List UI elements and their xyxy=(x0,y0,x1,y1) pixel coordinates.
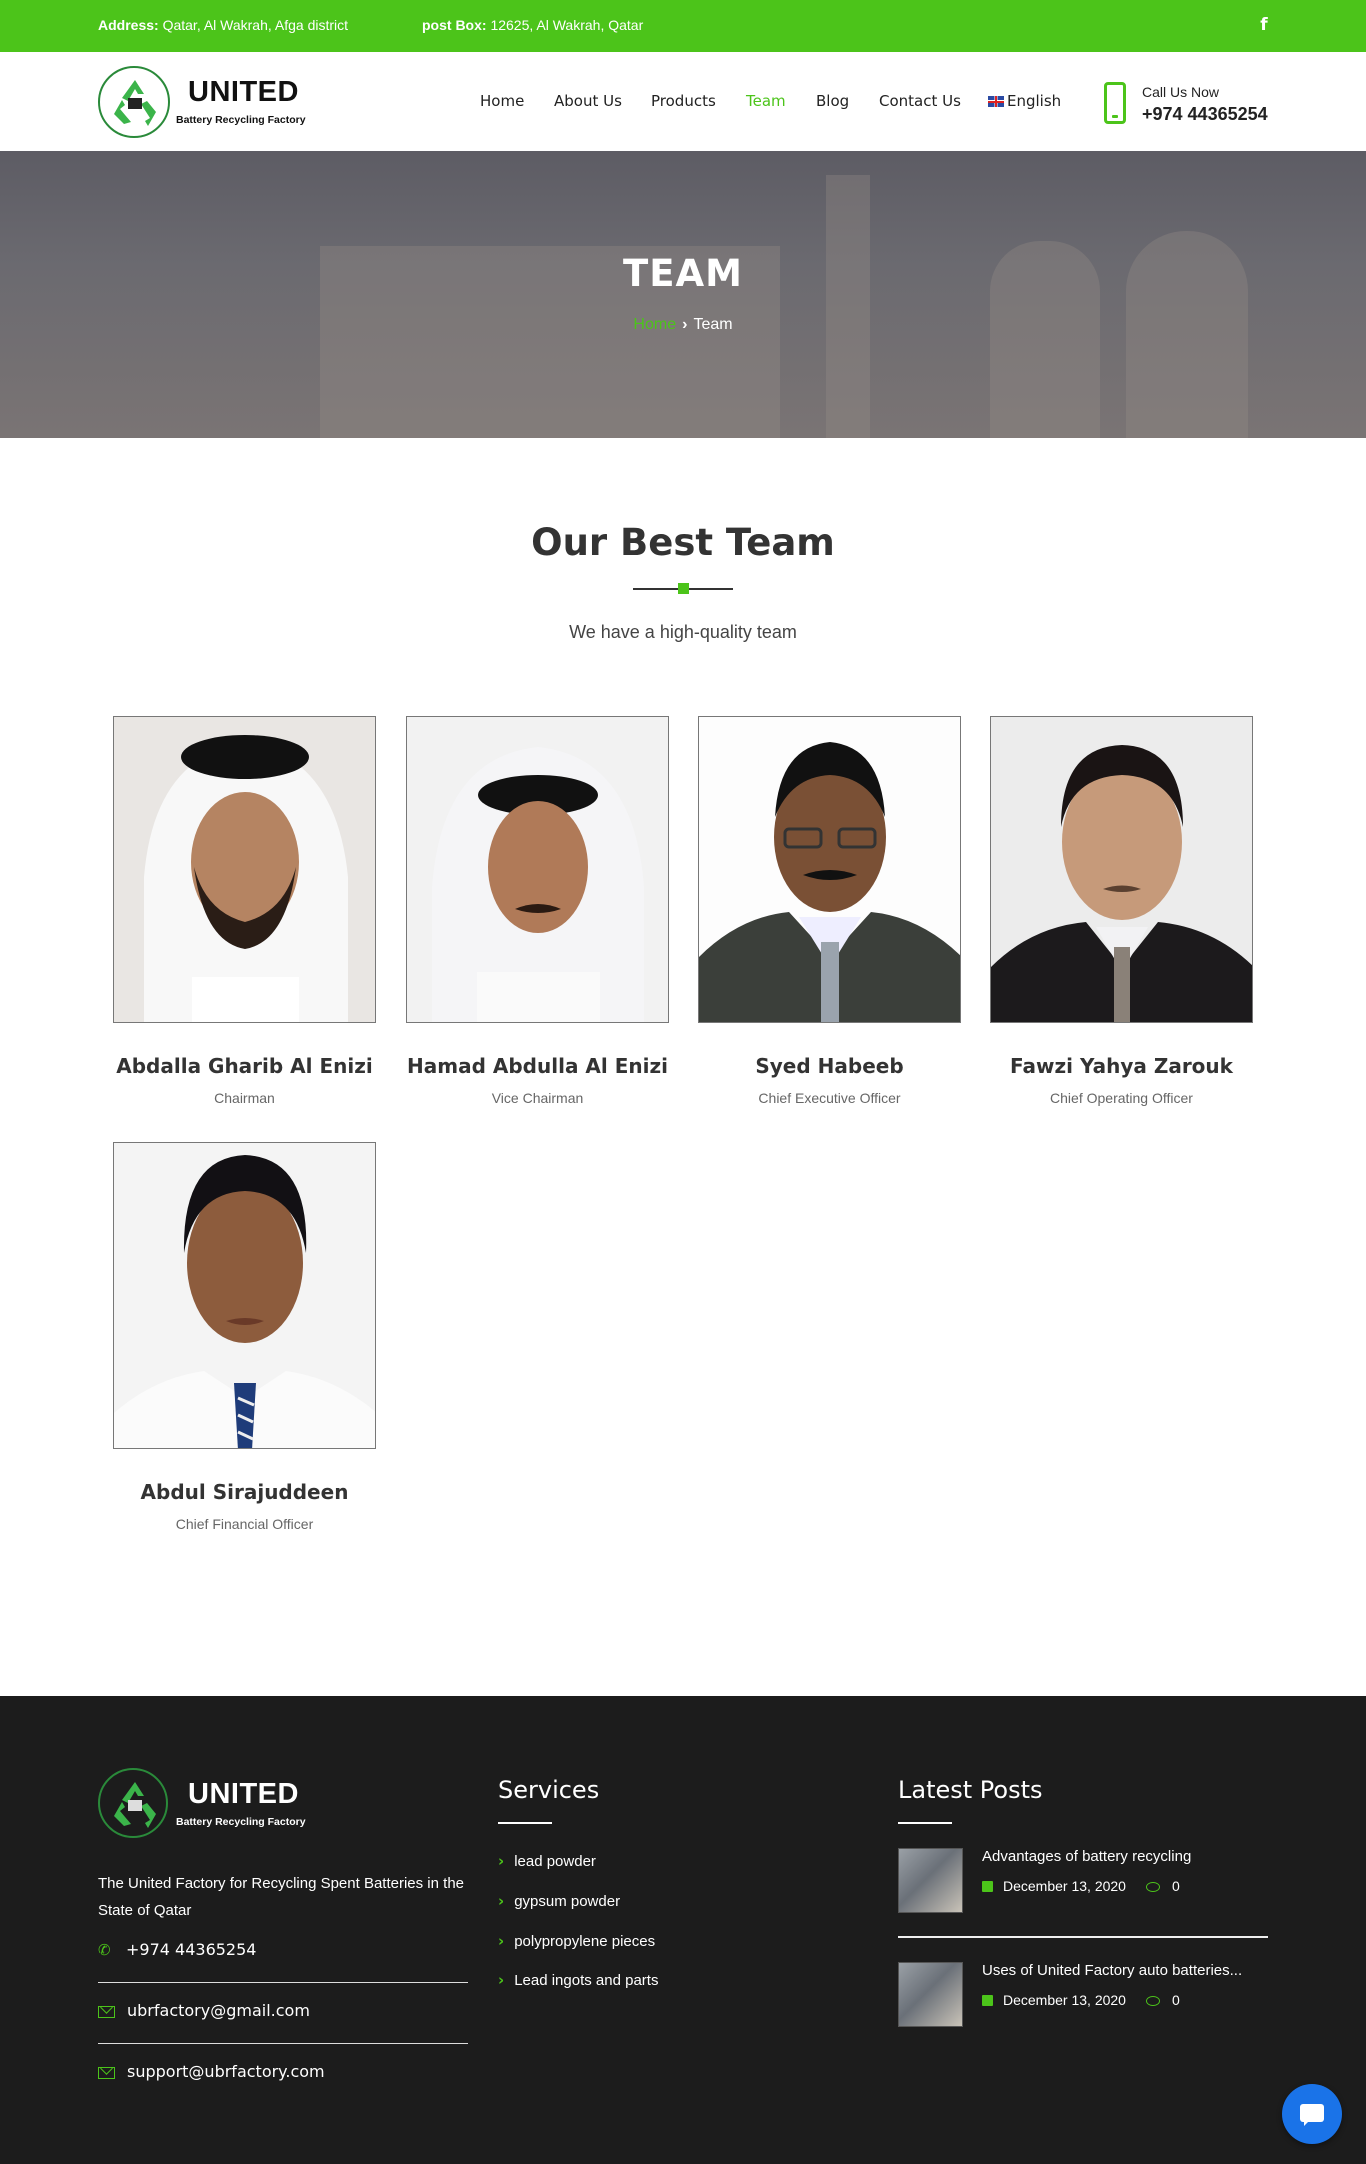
service-link[interactable]: › gypsum powder xyxy=(498,1892,620,1910)
footer-phone-number: +974 44365254 xyxy=(126,1940,257,1959)
post-title[interactable]: Advantages of battery recycling xyxy=(982,1848,1191,1865)
footer-phone[interactable]: ✆ +974 44365254 xyxy=(98,1940,256,1959)
team-member-name: Syed Habeeb xyxy=(755,1054,904,1078)
phone-icon: ✆ xyxy=(98,1941,111,1959)
site-footer: UNITED Battery Recycling Factory The Uni… xyxy=(0,1696,1366,2164)
chevron-right-icon: › xyxy=(498,1932,505,1950)
footer-description: The United Factory for Recycling Spent B… xyxy=(98,1875,465,1919)
post-thumbnail[interactable] xyxy=(898,1848,963,1913)
pobox-info: post Box: 12625, Al Wakrah, Qatar xyxy=(422,17,643,33)
service-link-label: polypropylene pieces xyxy=(514,1933,656,1950)
post-comment-count: 0 xyxy=(1171,1878,1180,1894)
footer-brand-subtitle: Battery Recycling Factory xyxy=(176,1816,306,1828)
team-member-photo xyxy=(113,716,376,1023)
nav-about-us[interactable]: About Us xyxy=(554,92,622,110)
footer-email-2-text: support@ubrfactory.com xyxy=(127,2062,325,2081)
page-banner: TEAM Home › Team xyxy=(0,151,1366,438)
calendar-icon xyxy=(982,1881,993,1892)
service-link[interactable]: › polypropylene pieces xyxy=(498,1932,655,1950)
footer-email-2[interactable]: support@ubrfactory.com xyxy=(98,2062,325,2081)
team-member-photo xyxy=(113,1142,376,1449)
envelope-icon xyxy=(98,2005,115,2018)
brand-subtitle: Battery Recycling Factory xyxy=(176,114,306,126)
team-member-role: Chief Executive Officer xyxy=(758,1090,901,1106)
call-label: Call Us Now xyxy=(1142,84,1220,100)
comment-icon xyxy=(1145,1996,1160,2006)
footer-divider xyxy=(98,1982,468,1983)
pobox-value: 12625, Al Wakrah, Qatar xyxy=(490,17,644,33)
post-title[interactable]: Uses of United Factory auto batteries... xyxy=(982,1962,1242,1979)
services-heading: Services xyxy=(498,1776,600,1804)
facebook-icon[interactable]: f xyxy=(1257,14,1271,36)
nav-language[interactable]: English xyxy=(988,92,1061,110)
footer-brand-name: UNITED xyxy=(188,1778,299,1810)
post-meta: December 13, 2020 0 xyxy=(982,1992,1180,2008)
chevron-right-icon: › xyxy=(682,316,688,333)
address-info: Address: Qatar, Al Wakrah, Afga district xyxy=(98,17,348,33)
page-title: TEAM xyxy=(623,252,743,295)
post-comment-count: 0 xyxy=(1171,1992,1180,2008)
envelope-icon xyxy=(98,2066,115,2079)
team-member-photo xyxy=(406,716,669,1023)
section-subtitle: We have a high-quality team xyxy=(569,622,797,642)
language-label: English xyxy=(1007,92,1062,110)
address-value: Qatar, Al Wakrah, Afga district xyxy=(162,17,349,33)
recycle-logo-icon xyxy=(98,66,170,138)
nav-home[interactable]: Home xyxy=(480,92,524,110)
team-member-name: Fawzi Yahya Zarouk xyxy=(1010,1054,1233,1078)
footer-email-1[interactable]: ubrfactory@gmail.com xyxy=(98,2001,310,2020)
address-label: Address: xyxy=(98,17,159,33)
team-member-role: Chief Financial Officer xyxy=(175,1516,314,1532)
footer-email-1-text: ubrfactory@gmail.com xyxy=(127,2001,310,2020)
banner-chimney-graphic xyxy=(826,175,870,438)
footer-divider xyxy=(98,2043,468,2044)
service-link-label: gypsum powder xyxy=(514,1893,621,1910)
post-date: December 13, 2020 xyxy=(1003,1878,1126,1894)
team-member-role: Chief Operating Officer xyxy=(1050,1090,1193,1106)
team-member-photo xyxy=(698,716,961,1023)
post-divider xyxy=(898,1936,1268,1938)
latest-posts-heading-underline xyxy=(898,1822,952,1824)
calendar-icon xyxy=(982,1995,993,2006)
nav-team[interactable]: Team xyxy=(746,92,786,110)
breadcrumb-home[interactable]: Home xyxy=(633,316,676,333)
chat-widget-button[interactable] xyxy=(1282,2084,1342,2144)
recycle-logo-icon xyxy=(98,1768,168,1838)
latest-posts-heading: Latest Posts xyxy=(898,1776,1043,1804)
comment-icon xyxy=(1145,1882,1160,1892)
nav-products[interactable]: Products xyxy=(651,92,716,110)
service-link-label: Lead ingots and parts xyxy=(514,1972,659,1989)
service-link-label: lead powder xyxy=(514,1853,596,1870)
team-member-role: Vice Chairman xyxy=(491,1090,584,1106)
team-member-name: Hamad Abdulla Al Enizi xyxy=(407,1054,668,1078)
breadcrumb-current: Team xyxy=(693,316,733,333)
team-member-photo xyxy=(990,716,1253,1023)
services-heading-underline xyxy=(498,1822,552,1824)
site-logo[interactable]: UNITED Battery Recycling Factory xyxy=(98,66,308,138)
pobox-label: post Box: xyxy=(422,17,487,33)
mobile-phone-icon xyxy=(1104,82,1126,124)
chevron-right-icon: › xyxy=(498,1852,505,1870)
post-thumbnail[interactable] xyxy=(898,1962,963,2027)
chevron-right-icon: › xyxy=(498,1892,505,1910)
site-header: UNITED Battery Recycling Factory Home Ab… xyxy=(0,52,1366,151)
post-meta: December 13, 2020 0 xyxy=(982,1878,1180,1894)
nav-blog[interactable]: Blog xyxy=(816,92,849,110)
section-title: Our Best Team xyxy=(531,521,835,564)
breadcrumb: Home › Team xyxy=(0,316,1366,334)
footer-logo[interactable]: UNITED Battery Recycling Factory xyxy=(98,1768,358,1840)
team-member-name: Abdul Sirajuddeen xyxy=(140,1480,349,1504)
service-link[interactable]: › Lead ingots and parts xyxy=(498,1971,658,1989)
nav-contact-us[interactable]: Contact Us xyxy=(879,92,961,110)
section-divider xyxy=(633,583,733,594)
service-link[interactable]: › lead powder xyxy=(498,1852,596,1870)
call-number[interactable]: +974 44365254 xyxy=(1142,104,1268,125)
post-date: December 13, 2020 xyxy=(1003,1992,1126,2008)
team-member-name: Abdalla Gharib Al Enizi xyxy=(116,1054,373,1078)
top-bar: Address: Qatar, Al Wakrah, Afga district… xyxy=(0,0,1366,52)
team-member-role: Chairman xyxy=(214,1090,275,1106)
chevron-right-icon: › xyxy=(498,1971,505,1989)
brand-name: UNITED xyxy=(188,76,299,108)
uk-flag-icon xyxy=(988,96,1004,107)
